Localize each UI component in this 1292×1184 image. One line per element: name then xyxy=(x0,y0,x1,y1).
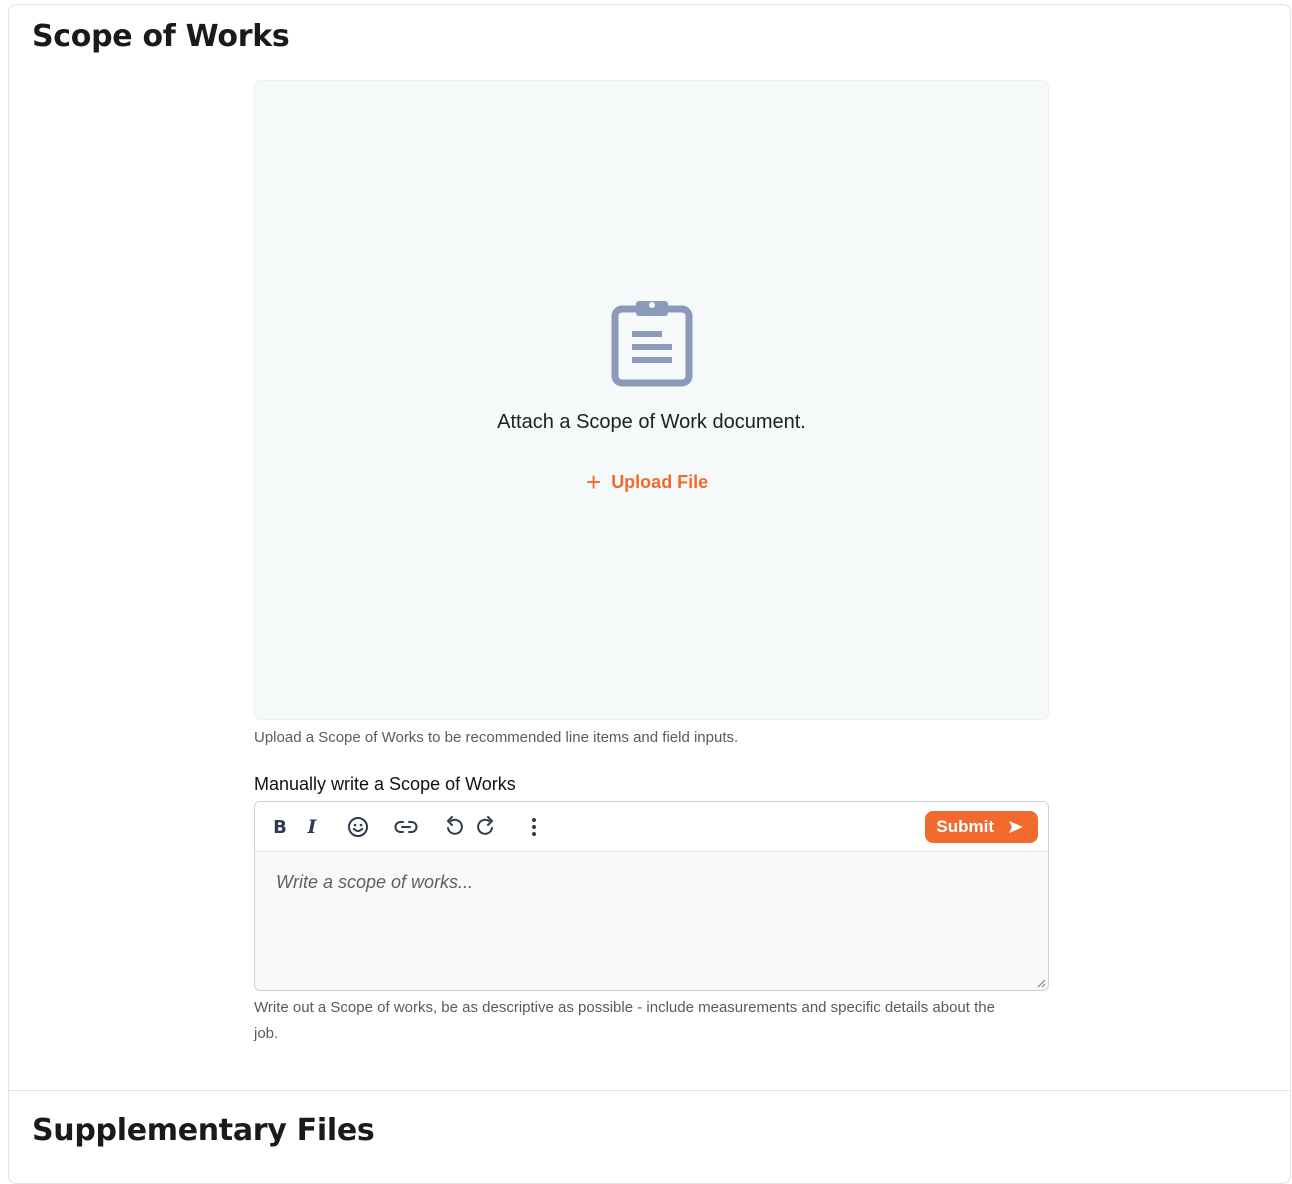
upload-file-label: Upload File xyxy=(611,471,709,492)
plus-icon: + xyxy=(586,467,602,497)
redo-icon xyxy=(477,816,493,835)
editor-label: Manually write a Scope of Works xyxy=(254,774,516,794)
undo-button[interactable] xyxy=(440,813,468,841)
submit-button[interactable]: Submit xyxy=(925,811,1038,843)
scope-editor: B I Submit Write a scope of works... xyxy=(254,801,1049,991)
scope-text-input[interactable] xyxy=(255,853,1048,990)
send-icon xyxy=(1009,821,1023,833)
dropzone-help-text: Upload a Scope of Works to be recommende… xyxy=(254,729,739,746)
link-icon xyxy=(394,821,418,833)
submit-label: Submit xyxy=(936,817,994,836)
link-button[interactable] xyxy=(392,813,420,841)
undo-icon xyxy=(447,816,463,835)
clipboard-icon xyxy=(611,301,693,387)
more-options-button[interactable] xyxy=(520,813,548,841)
editor-help-text: Write out a Scope of works, be as descri… xyxy=(254,999,995,1042)
bold-button[interactable]: B xyxy=(266,813,294,841)
section-title-supplementary-files: Supplementary Files xyxy=(32,1113,375,1148)
editor-toolbar: B I Submit xyxy=(255,802,1048,852)
redo-button[interactable] xyxy=(472,813,500,841)
resize-handle-icon[interactable] xyxy=(1036,978,1046,988)
dropzone-prompt: Attach a Scope of Work document. xyxy=(497,411,806,433)
more-vertical-icon xyxy=(532,818,536,836)
form-card: Scope of Works Attach a Scope of Work do… xyxy=(8,4,1291,1184)
section-title-scope-of-works: Scope of Works xyxy=(32,19,290,54)
emoji-button[interactable] xyxy=(344,813,372,841)
emoji-icon xyxy=(348,817,368,837)
scope-dropzone[interactable]: Attach a Scope of Work document. + Uploa… xyxy=(254,80,1049,720)
upload-file-button[interactable]: + Upload File xyxy=(580,467,714,497)
section-divider xyxy=(9,1090,1290,1091)
italic-button[interactable]: I xyxy=(298,813,326,841)
